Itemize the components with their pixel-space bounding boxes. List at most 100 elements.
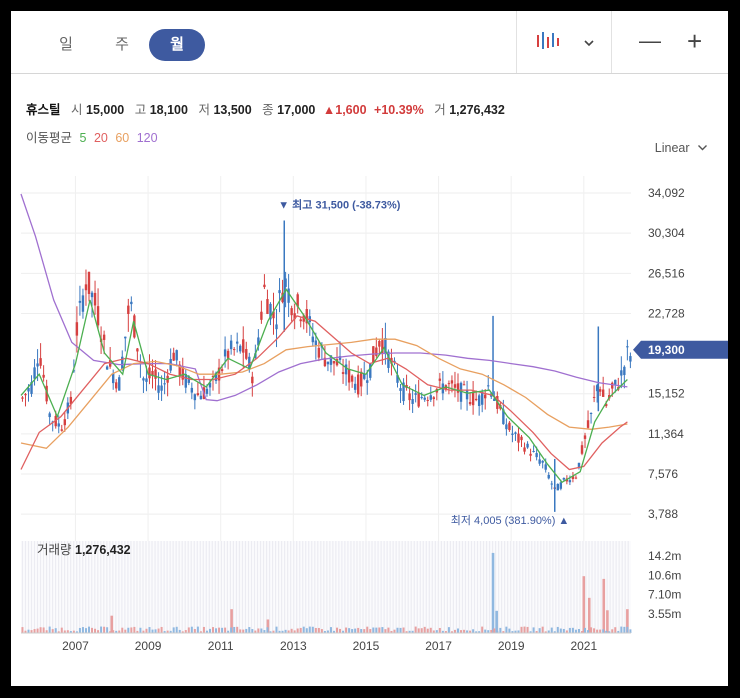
chart-type-dropdown[interactable] — [583, 31, 595, 59]
candle-body — [242, 339, 245, 353]
volume-bar — [212, 627, 215, 633]
candle-body — [42, 374, 45, 378]
candle-body — [568, 480, 572, 483]
volume-bar — [51, 629, 54, 633]
candle-body — [145, 378, 148, 382]
candle-body — [626, 346, 629, 348]
volume-bar — [584, 627, 587, 633]
volume-bar — [221, 627, 224, 633]
volume-bar — [100, 626, 103, 633]
candle-body — [57, 423, 60, 427]
volume-bar — [39, 627, 42, 633]
candle-body — [299, 319, 302, 322]
ma-legend-5: 5 — [79, 131, 87, 145]
scale-dropdown[interactable]: Linear — [655, 141, 708, 155]
candle-body — [33, 367, 36, 379]
tab-weekly[interactable]: 주 — [94, 29, 150, 61]
volume-bar — [218, 627, 221, 633]
candle-body — [84, 284, 88, 291]
candle-body — [450, 380, 454, 384]
ma-120-line — [20, 193, 628, 402]
close-label: 종 — [262, 103, 274, 117]
volume-bar — [599, 629, 602, 633]
volume-bar — [317, 627, 320, 633]
candle-body — [523, 447, 526, 452]
candle-body — [193, 394, 197, 401]
volume-bar — [623, 626, 626, 633]
volume-bar — [438, 627, 441, 633]
price-axis-tick: 34,092 — [648, 186, 685, 200]
candle-body — [115, 382, 118, 389]
tab-monthly[interactable]: 월 — [149, 29, 205, 61]
volume-bar — [94, 628, 97, 633]
zoom-in-button[interactable]: + — [687, 27, 702, 55]
volume-bar — [127, 627, 130, 633]
candle-body — [36, 363, 39, 367]
volume-bar — [550, 627, 553, 633]
volume-bar — [233, 626, 236, 633]
candle-body — [226, 350, 230, 359]
candle-body — [75, 322, 79, 336]
price-axis-tick: 15,152 — [648, 387, 685, 401]
low-marker-label: 최저 4,005 (381.90%) ▲ — [451, 514, 570, 527]
volume-bar — [251, 629, 254, 633]
volume-bar — [275, 626, 278, 633]
chart-panel: 일 주 월 — + 휴스틸 시 15,000 고 18,100 저 13,500… — [11, 11, 728, 686]
volume-bar — [160, 626, 163, 633]
volume-bar — [193, 629, 196, 633]
close-value: 17,000 — [277, 103, 316, 117]
volume-bar — [54, 628, 57, 633]
candle-body — [175, 350, 178, 361]
x-axis-tick: 2009 — [135, 639, 162, 653]
zoom-out-button[interactable]: — — [639, 27, 661, 55]
tab-daily[interactable]: 일 — [38, 29, 94, 61]
candle-body — [598, 389, 602, 392]
volume-bar — [523, 626, 526, 633]
candle-body — [102, 334, 106, 340]
x-axis-tick: 2013 — [280, 639, 307, 653]
volume-bar — [121, 627, 124, 633]
candle-body — [520, 436, 523, 441]
x-axis-tick: 2021 — [570, 639, 597, 653]
candle-body — [172, 352, 175, 361]
volume-bar — [145, 628, 148, 633]
volume-bar — [614, 627, 617, 633]
candle-body — [375, 347, 378, 356]
candle-body — [229, 340, 233, 350]
volume-bar — [629, 629, 632, 633]
volume-bar — [239, 629, 242, 633]
volume-bar — [593, 628, 596, 633]
price-chart[interactable]: 34,092 30,304 26,516 22,728 15,152 11,364 7,57… — [11, 166, 728, 686]
volume-bar — [596, 629, 599, 633]
ma-legend-60: 60 — [115, 131, 130, 145]
ma-20-line — [20, 315, 628, 471]
volume-bar — [354, 628, 357, 633]
volume-bar — [481, 626, 484, 633]
volume-bar — [532, 627, 535, 633]
candle-body — [559, 482, 563, 489]
volume-bar — [369, 629, 372, 633]
volume-bar — [456, 628, 459, 633]
candle-body — [574, 477, 578, 479]
candle-body — [90, 292, 94, 298]
volume-bar — [242, 629, 245, 633]
volume-bar — [308, 626, 311, 633]
candle-body — [360, 371, 363, 387]
candle-body — [78, 300, 82, 303]
volume-bar — [84, 628, 87, 633]
volume-bar — [571, 627, 574, 633]
candle-body — [399, 388, 402, 391]
volume-bar — [175, 626, 178, 633]
candle-body — [148, 367, 151, 379]
price-axis-tick: 22,728 — [648, 306, 685, 320]
volume-bar — [378, 627, 381, 633]
volume-title: 거래량 1,276,432 — [37, 539, 131, 558]
price-axis-tick: 26,516 — [648, 266, 685, 280]
volume-bar — [215, 628, 218, 633]
volume-bar — [91, 627, 94, 633]
candle-body — [93, 292, 97, 306]
volume-bar — [60, 627, 63, 633]
volume-bar — [148, 627, 151, 633]
candle-body — [220, 369, 224, 371]
chart-type-button[interactable] — [535, 29, 561, 62]
